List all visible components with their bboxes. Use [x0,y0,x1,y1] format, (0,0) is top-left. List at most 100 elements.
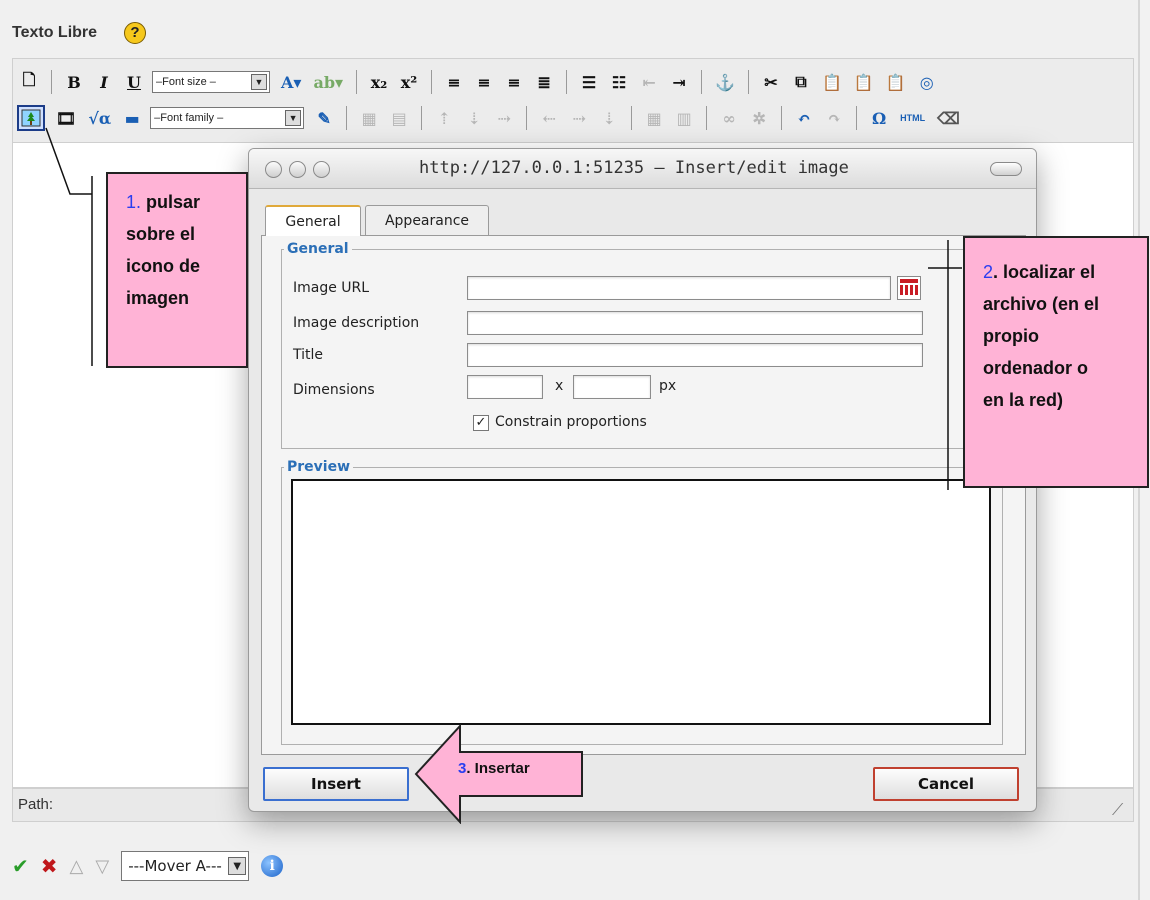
callout-step-2-line: archivo (en el [983,294,1100,314]
browse-icon-grid [900,285,918,295]
move-to-select[interactable]: ---Mover A--- ▼ [121,851,250,881]
info-icon[interactable]: i [261,855,284,877]
bullet-list-icon[interactable]: ☰ [577,69,601,95]
editor-toolbar: 🗋 B I U –Font size – ▼ A▾ ab▾ x₂ x² ≡ ≡ ≡… [12,58,1134,142]
maximize-window-icon[interactable] [313,161,330,178]
cancel-button[interactable]: Cancel [873,767,1019,801]
image-url-label: Image URL [293,280,370,296]
html-source-icon[interactable]: HTML [897,105,928,131]
row-before-icon[interactable]: ⇡ [432,105,456,131]
align-left-icon[interactable]: ≡ [442,69,466,95]
width-input[interactable] [467,375,543,399]
underline-icon[interactable]: U [122,69,146,95]
tab-general[interactable]: General [265,205,361,236]
browse-file-icon[interactable] [897,276,921,300]
toolbar-toggle-icon[interactable] [990,162,1022,176]
media-icon[interactable]: 🎞 [53,105,79,131]
align-justify-icon[interactable]: ≣ [532,69,556,95]
accept-check-icon[interactable]: ✔ [12,854,29,878]
title-input[interactable] [467,343,923,367]
help-icon[interactable]: ? [124,22,146,44]
font-size-select-label: –Font size – [156,76,216,88]
link-icon[interactable]: ∞ [717,105,741,131]
dimensions-separator: x [555,378,564,394]
preview-legend: Preview [287,459,351,475]
close-window-icon[interactable] [265,161,282,178]
toolbar-separator [706,106,708,130]
redo-icon[interactable]: ↷ [822,105,846,131]
split-cells-icon[interactable]: ▥ [672,105,696,131]
superscript-icon[interactable]: x² [397,69,421,95]
move-down-icon[interactable]: ▽ [95,856,109,877]
table-icon[interactable]: ▦ [357,105,381,131]
help-circle-icon[interactable]: ◎ [915,69,939,95]
callout-step-1-line: pulsar [146,192,201,212]
font-family-select-label: –Font family – [154,112,224,124]
subscript-icon[interactable]: x₂ [367,69,391,95]
insert-button[interactable]: Insert [263,767,409,801]
paste-text-icon[interactable]: 📋 [851,69,877,95]
delete-x-icon[interactable]: ✖ [41,854,58,878]
anchor-icon[interactable]: ⚓ [712,69,738,95]
dialog-title: http://127.0.0.1:51235 – Insert/edit ima… [419,158,849,178]
image-description-input[interactable] [467,311,923,335]
row-after-icon[interactable]: ⇣ [462,105,486,131]
bold-icon[interactable]: B [62,69,86,95]
move-to-select-label: ---Mover A--- [128,857,222,875]
callout-step-2-line: propio [983,326,1039,346]
text-color-icon[interactable]: A▾ [278,69,304,95]
unlink-icon[interactable]: ✲ [747,105,771,131]
dialog-titlebar[interactable]: http://127.0.0.1:51235 – Insert/edit ima… [249,149,1036,189]
eraser-icon[interactable]: ⌫ [934,105,963,131]
align-center-icon[interactable]: ≡ [472,69,496,95]
minimize-window-icon[interactable] [289,161,306,178]
undo-icon[interactable]: ↶ [792,105,816,131]
highlight-color-icon[interactable]: ab▾ [310,69,346,95]
font-family-select[interactable]: –Font family – ▼ [150,107,305,129]
font-size-select[interactable]: –Font size – ▼ [152,71,270,93]
delete-col-icon[interactable]: ⇣ [597,105,621,131]
horizontal-rule-icon[interactable]: ▬ [120,105,144,131]
resize-grip-icon[interactable]: ⟋ [1112,800,1123,820]
merge-cells-icon[interactable]: ▦ [642,105,666,131]
italic-icon[interactable]: I [92,69,116,95]
callout-step-1-line: sobre el [126,224,196,244]
numbered-list-icon[interactable]: ☷ [607,69,631,95]
general-legend: General [287,241,349,257]
insert-image-icon[interactable] [17,105,45,131]
outdent-icon[interactable]: ⇤ [637,69,661,95]
constrain-proportions-checkbox[interactable]: ✓ [473,415,489,431]
paste-icon[interactable]: 📋 [819,69,845,95]
callout-step-2-line: en la red) [983,390,1064,410]
callout-step-1-line: imagen [126,288,190,308]
col-after-icon[interactable]: ⇢ [567,105,591,131]
paste-word-icon[interactable]: 📋 [883,69,909,95]
copy-icon[interactable]: ⧉ [789,69,813,95]
cut-icon[interactable]: ✂ [759,69,783,95]
special-char-icon[interactable]: Ω [867,105,891,131]
dimensions-label: Dimensions [293,382,375,398]
constrain-proportions-label: Constrain proportions [495,414,647,430]
toolbar-separator [51,70,52,94]
callout-step-2-line: . localizar el [993,262,1096,282]
edit-css-icon[interactable]: ✎ [312,105,336,131]
table-props-icon[interactable]: ▤ [387,105,411,131]
delete-row-icon[interactable]: ⇢ [492,105,516,131]
toolbar-separator [421,106,423,130]
toolbar-separator [856,106,858,130]
toolbar-separator [701,70,703,94]
tab-appearance[interactable]: Appearance [365,205,489,235]
callout-step-3: 3. Insertar [458,760,530,777]
callout-step-2-number: 2 [983,262,994,282]
indent-icon[interactable]: ⇥ [667,69,691,95]
align-right-icon[interactable]: ≡ [502,69,526,95]
col-before-icon[interactable]: ⇠ [537,105,561,131]
title-label: Title [293,347,324,363]
math-icon[interactable]: √α [85,105,114,131]
move-up-icon[interactable]: △ [70,856,84,877]
image-url-input[interactable] [467,276,891,300]
height-input[interactable] [573,375,651,399]
toolbar-separator [431,70,433,94]
new-document-icon[interactable]: 🗋 [17,69,41,95]
path-label: Path: [18,796,54,813]
